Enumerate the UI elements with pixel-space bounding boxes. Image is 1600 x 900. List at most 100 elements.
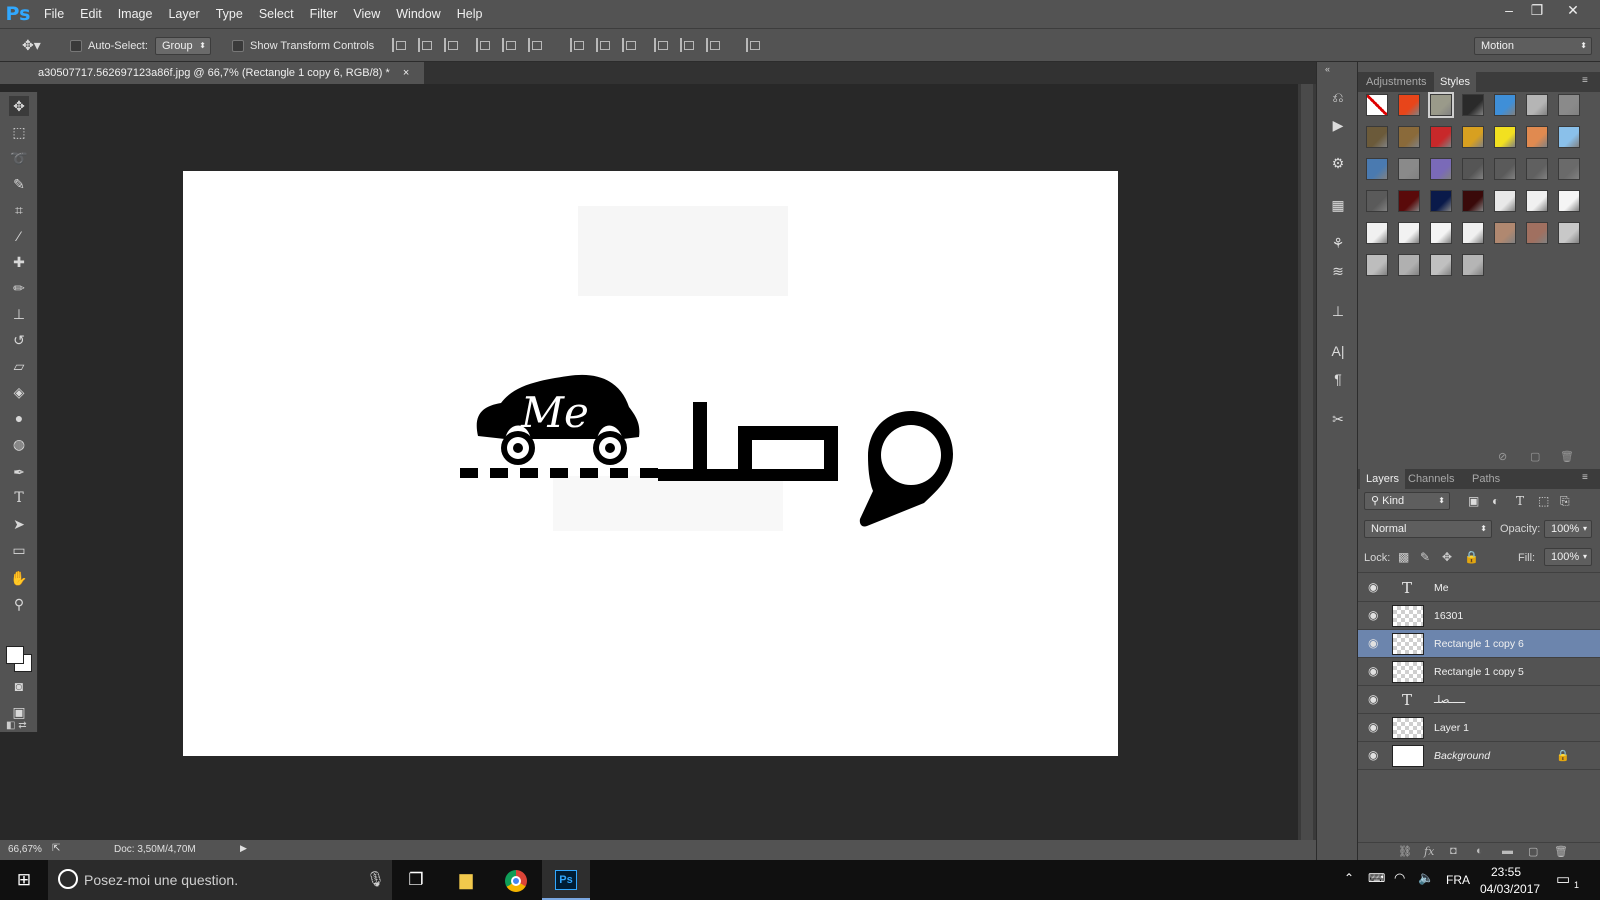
eraser-tool-icon[interactable]: ▱	[9, 356, 29, 376]
microphone-icon[interactable]: 🎙	[366, 870, 385, 888]
align-right-icon[interactable]	[528, 38, 542, 52]
style-swatch[interactable]	[1428, 92, 1454, 118]
layer-name[interactable]: ـــــصلـ	[1434, 694, 1465, 706]
align-hcenter-icon[interactable]	[502, 38, 516, 52]
tab-styles[interactable]: Styles	[1434, 72, 1476, 92]
foreground-color-swatch[interactable]	[6, 646, 24, 664]
new-style-icon[interactable]: ▢	[1530, 450, 1540, 463]
menu-image[interactable]: Image	[110, 0, 161, 28]
paint-bucket-tool-icon[interactable]: ◈	[9, 382, 29, 402]
marquee-tool-icon[interactable]: ⬚	[9, 122, 29, 142]
actions-panel-icon[interactable]: ▶	[1328, 116, 1348, 134]
lasso-tool-icon[interactable]: ➰	[9, 148, 29, 168]
auto-align-icon[interactable]	[746, 38, 760, 52]
style-swatch[interactable]	[1526, 222, 1548, 244]
menu-view[interactable]: View	[345, 0, 388, 28]
document-tab[interactable]: a30507717.562697123a86f.jpg @ 66,7% (Rec…	[0, 62, 424, 84]
style-swatch[interactable]	[1462, 222, 1484, 244]
minimize-button[interactable]: –	[1494, 0, 1524, 22]
new-layer-icon[interactable]: ▢	[1528, 845, 1538, 858]
crop-tool-icon[interactable]: ⌗	[9, 200, 29, 220]
lock-pixels-icon[interactable]: ✎	[1420, 550, 1430, 564]
pen-tool-icon[interactable]: ✒	[9, 462, 29, 482]
properties-panel-icon[interactable]: ⚙	[1328, 154, 1348, 172]
style-swatch[interactable]	[1462, 254, 1484, 276]
wifi-icon[interactable]: ◠	[1394, 870, 1405, 886]
visibility-eye-icon[interactable]: ◉	[1368, 637, 1382, 649]
character-panel-icon[interactable]: A|	[1328, 342, 1348, 360]
filter-shape-icon[interactable]: ⬚	[1538, 494, 1549, 508]
style-swatch[interactable]	[1494, 190, 1516, 212]
align-left-icon[interactable]	[476, 38, 490, 52]
new-group-icon[interactable]: ▬	[1502, 845, 1513, 857]
clone-stamp-tool-icon[interactable]: ⊥	[9, 304, 29, 324]
menu-layer[interactable]: Layer	[160, 0, 207, 28]
style-swatch[interactable]	[1462, 190, 1484, 212]
language-indicator[interactable]: FRA	[1446, 873, 1470, 887]
visibility-eye-icon[interactable]: ◉	[1368, 693, 1382, 705]
layer-name[interactable]: Rectangle 1 copy 6	[1434, 638, 1524, 650]
vertical-scrollbar[interactable]	[1298, 84, 1316, 840]
lock-position-icon[interactable]: ✥	[1442, 550, 1452, 564]
style-swatch[interactable]	[1366, 94, 1388, 116]
keyboard-icon[interactable]: ⌨	[1368, 871, 1385, 885]
clone-source-icon[interactable]: ⊥	[1328, 302, 1348, 320]
style-swatch[interactable]	[1398, 222, 1420, 244]
fill-input[interactable]: 100% ▾	[1544, 548, 1592, 566]
brush-tool-icon[interactable]: ✏	[9, 278, 29, 298]
tool-presets-icon[interactable]: ✂	[1328, 410, 1348, 428]
style-swatch[interactable]	[1366, 254, 1388, 276]
document-tab-close-icon[interactable]: ×	[403, 67, 409, 79]
link-layers-icon[interactable]: ⛓	[1398, 845, 1412, 858]
layer-row[interactable]: ◉ Background 🔒	[1358, 742, 1600, 770]
filter-adjustment-icon[interactable]: ◐	[1492, 494, 1499, 508]
auto-select-dropdown[interactable]: Group ⬍	[155, 37, 211, 55]
style-swatch[interactable]	[1430, 126, 1452, 148]
move-tool-preset-icon[interactable]: ✥▾	[22, 37, 41, 54]
layer-name[interactable]: Background	[1434, 750, 1490, 762]
menu-edit[interactable]: Edit	[72, 0, 110, 28]
clock-date[interactable]: 04/03/2017	[1480, 882, 1540, 896]
style-swatch[interactable]	[1430, 254, 1452, 276]
menu-file[interactable]: File	[36, 0, 72, 28]
style-swatch[interactable]	[1462, 94, 1484, 116]
paragraph-panel-icon[interactable]: ¶	[1328, 370, 1348, 388]
style-swatch[interactable]	[1558, 190, 1580, 212]
brush-presets-icon[interactable]: ⚘	[1328, 234, 1348, 252]
lock-transparency-icon[interactable]: ▩	[1398, 550, 1409, 564]
style-swatch[interactable]	[1558, 158, 1580, 180]
layer-name[interactable]: Me	[1434, 582, 1449, 594]
volume-icon[interactable]: 🔈	[1418, 870, 1434, 886]
menu-help[interactable]: Help	[449, 0, 491, 28]
style-swatch[interactable]	[1398, 254, 1420, 276]
path-selection-tool-icon[interactable]: ➤	[9, 514, 29, 534]
layer-filter-dropdown[interactable]: ⚲ Kind ⬍	[1364, 492, 1450, 510]
task-view-icon[interactable]: ❐	[392, 860, 440, 900]
filter-type-icon[interactable]: T	[1516, 494, 1524, 508]
dodge-tool-icon[interactable]: ◍	[9, 434, 29, 454]
adjustment-layer-icon[interactable]: ◐	[1476, 845, 1483, 857]
filter-pixel-icon[interactable]: ▣	[1468, 494, 1479, 508]
layer-row[interactable]: ◉ T ـــــصلـ	[1358, 686, 1600, 714]
visibility-eye-icon[interactable]: ◉	[1368, 749, 1382, 761]
style-swatch[interactable]	[1430, 222, 1452, 244]
style-swatch[interactable]	[1398, 190, 1420, 212]
opacity-input[interactable]: 100% ▾	[1544, 520, 1592, 538]
action-center-icon[interactable]: ▭	[1556, 870, 1570, 888]
style-swatch[interactable]	[1558, 126, 1580, 148]
align-top-icon[interactable]	[392, 38, 406, 52]
visibility-eye-icon[interactable]: ◉	[1368, 721, 1382, 733]
zoom-tool-icon[interactable]: ⚲	[9, 594, 29, 614]
style-swatch[interactable]	[1494, 222, 1516, 244]
photoshop-taskbar-button[interactable]: Ps	[542, 860, 590, 900]
style-swatch[interactable]	[1494, 126, 1516, 148]
collapse-dock-icon[interactable]: «	[1325, 64, 1330, 74]
delete-style-icon[interactable]: 🗑	[1560, 450, 1574, 463]
style-swatch[interactable]	[1526, 190, 1548, 212]
lock-all-icon[interactable]: 🔒	[1464, 550, 1479, 564]
healing-brush-tool-icon[interactable]: ✚	[9, 252, 29, 272]
zoom-level[interactable]: 66,67%	[8, 844, 42, 855]
visibility-eye-icon[interactable]: ◉	[1368, 665, 1382, 677]
windows-start-icon[interactable]: ⊞	[0, 860, 48, 900]
share-icon[interactable]: ⇱	[52, 843, 60, 854]
